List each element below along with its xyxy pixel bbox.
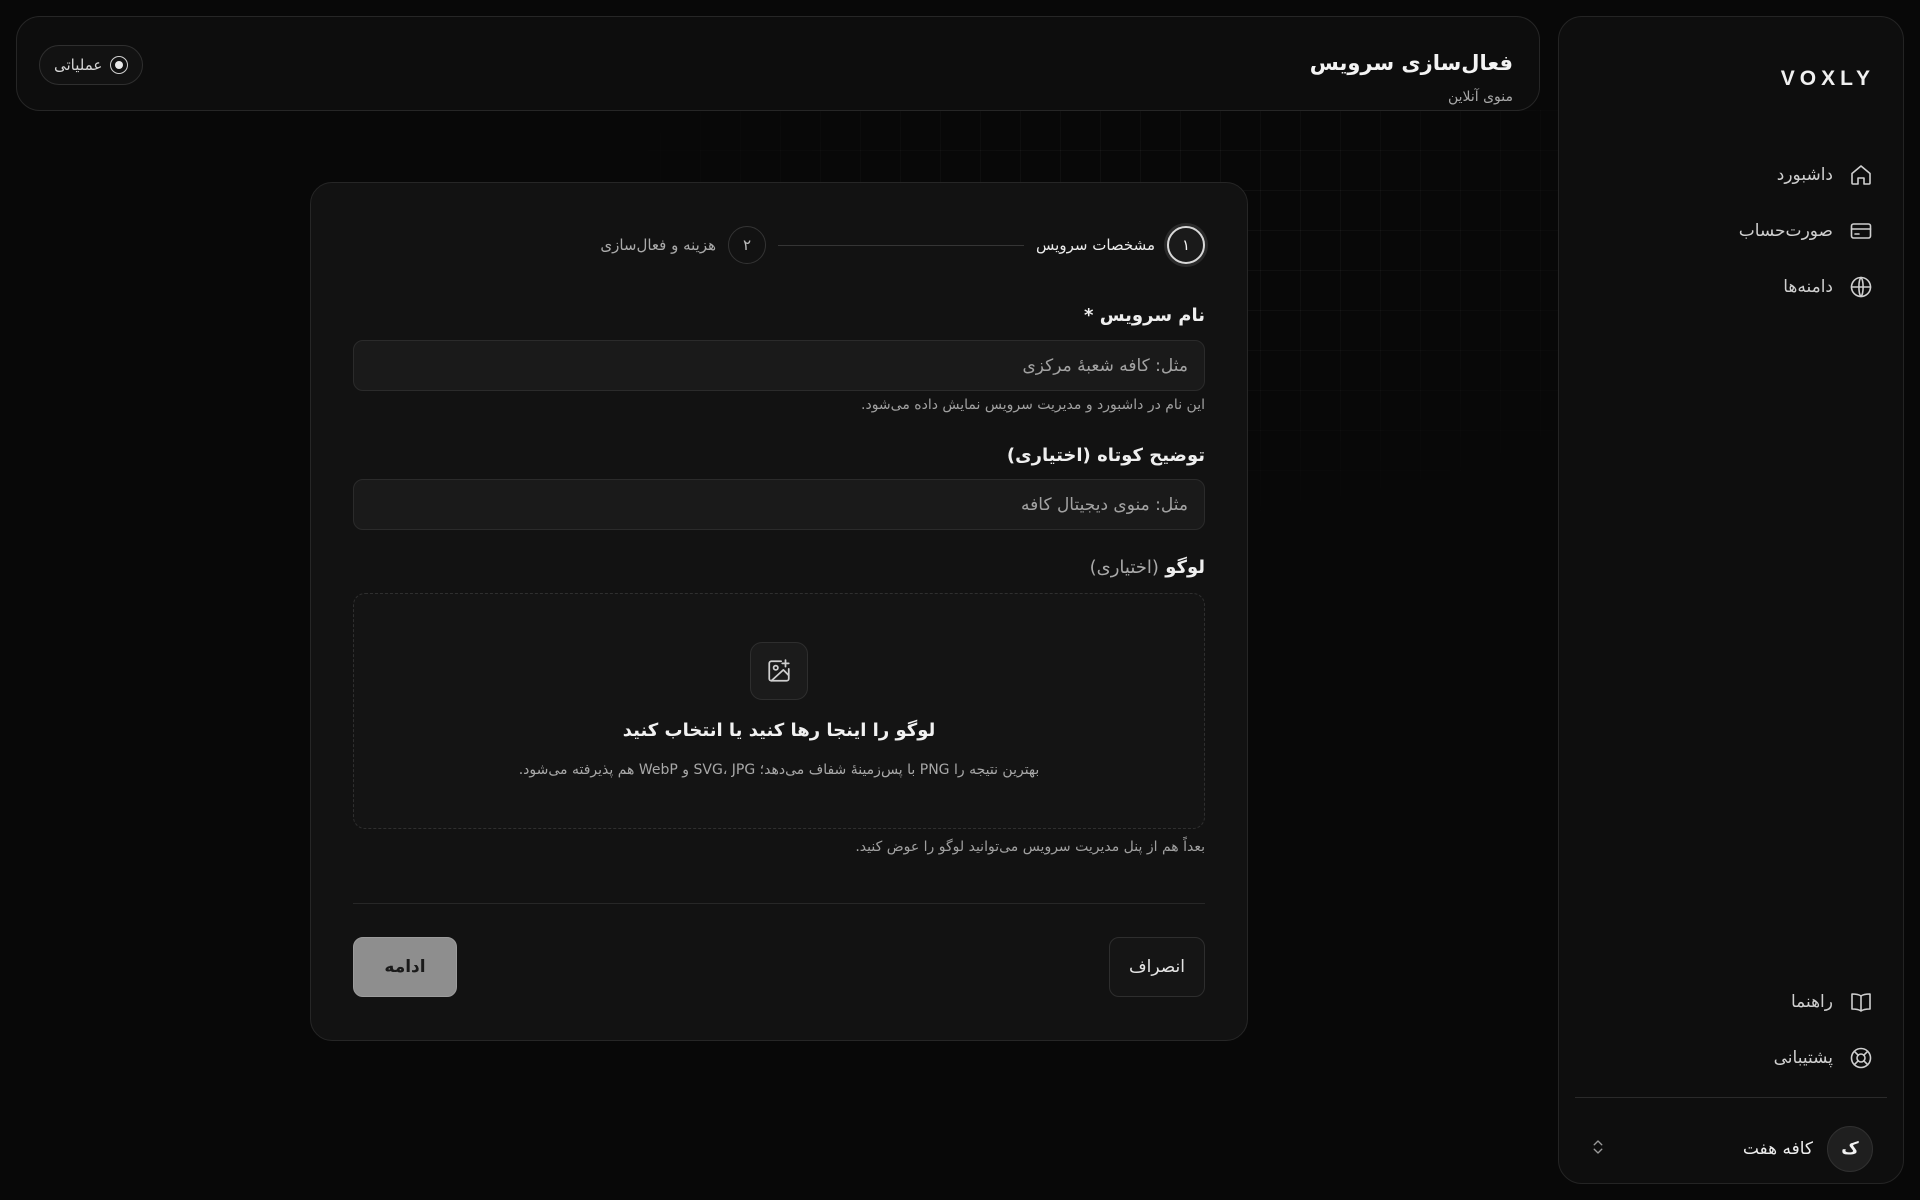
page-title: فعال‌سازی سرویس: [1309, 51, 1513, 75]
sidebar-divider: [1575, 1097, 1887, 1098]
step-cost-activation[interactable]: ۲ هزینه و فعال‌سازی: [600, 226, 767, 264]
logo-dropzone[interactable]: لوگو را اینجا رها کنید یا انتخاب کنید به…: [353, 593, 1205, 829]
account-switcher[interactable]: ک کافه هفت: [1575, 1122, 1887, 1176]
service-name-hint: این نام در داشبورد و مدیریت سرویس نمایش …: [861, 397, 1205, 413]
service-name-input[interactable]: [353, 340, 1205, 391]
status-label: عملیاتی: [54, 56, 103, 74]
sidebar-item-dashboard[interactable]: داشبورد: [1589, 147, 1873, 203]
cancel-button[interactable]: انصراف: [1109, 937, 1205, 997]
form-divider: [353, 903, 1205, 904]
status-badge: عملیاتی: [39, 45, 144, 85]
logo-hint: بعداً هم از پنل مدیریت سرویس می‌توانید ل…: [855, 839, 1205, 855]
brand-logo[interactable]: VOXLY: [1781, 67, 1875, 91]
sidebar-item-label: داشبورد: [1776, 165, 1833, 185]
book-icon: [1851, 993, 1871, 1012]
credit-card-icon: [1850, 223, 1872, 239]
page-header: فعال‌سازی سرویس منوی آنلاین عملیاتی: [16, 16, 1540, 111]
continue-button[interactable]: ادامه: [353, 937, 457, 997]
step-label: هزینه و فعال‌سازی: [600, 236, 717, 254]
sidebar: VOXLY داشبورد صورت‌حساب دامنه‌ها راهنما …: [1558, 16, 1904, 1184]
description-label: توضیح کوتاه (اختیاری): [1007, 445, 1205, 466]
description-label-text: توضیح کوتاه: [1097, 445, 1205, 466]
step-number: ۱: [1167, 226, 1205, 264]
sidebar-item-support[interactable]: پشتیبانی: [1589, 1030, 1873, 1086]
home-icon: [1851, 165, 1871, 185]
sidebar-item-label: پشتیبانی: [1773, 1048, 1833, 1068]
globe-icon: [1850, 276, 1872, 298]
sidebar-item-billing[interactable]: صورت‌حساب: [1589, 203, 1873, 259]
description-optional-text: (اختیاری): [1006, 445, 1091, 466]
logo-optional-text: (اختیاری): [1089, 557, 1159, 578]
image-plus-icon: [750, 642, 808, 700]
sidebar-item-label: صورت‌حساب: [1738, 221, 1833, 241]
step-number: ۲: [728, 226, 767, 264]
sidebar-item-guide[interactable]: راهنما: [1589, 974, 1873, 1030]
sidebar-item-label: راهنما: [1790, 992, 1833, 1012]
sidebar-item-domains[interactable]: دامنه‌ها: [1589, 259, 1873, 315]
dropzone-title: لوگو را اینجا رها کنید یا انتخاب کنید: [622, 720, 936, 741]
activation-form-card: ۱ مشخصات سرویس ۲ هزینه و فعال‌سازی نام س…: [310, 182, 1248, 1041]
account-name: کافه هفت: [1742, 1139, 1813, 1159]
step-service-details[interactable]: ۱ مشخصات سرویس: [1036, 226, 1205, 264]
lifebuoy-icon: [1850, 1047, 1872, 1069]
service-name-label: نام سرویس *: [1084, 305, 1205, 326]
dropzone-subtitle: بهترین نتیجه را PNG با پس‌زمینهٔ شفاف می…: [518, 762, 1040, 778]
description-input[interactable]: [353, 479, 1205, 530]
step-connector: [778, 244, 1025, 246]
step-label: مشخصات سرویس: [1036, 236, 1155, 254]
page-subtitle: منوی آنلاین: [1447, 89, 1513, 105]
avatar: ک: [1827, 1126, 1873, 1172]
logo-label: لوگو (اختیاری): [1090, 557, 1205, 578]
sidebar-item-label: دامنه‌ها: [1783, 277, 1833, 297]
stepper: ۱ مشخصات سرویس ۲ هزینه و فعال‌سازی: [353, 225, 1205, 265]
sidebar-nav: داشبورد صورت‌حساب دامنه‌ها: [1589, 147, 1873, 315]
sidebar-nav-bottom: راهنما پشتیبانی: [1589, 974, 1873, 1086]
chevron-up-down-icon[interactable]: [1589, 1138, 1607, 1160]
radio-dot-icon: [110, 56, 129, 74]
logo-label-text: لوگو: [1165, 557, 1205, 578]
